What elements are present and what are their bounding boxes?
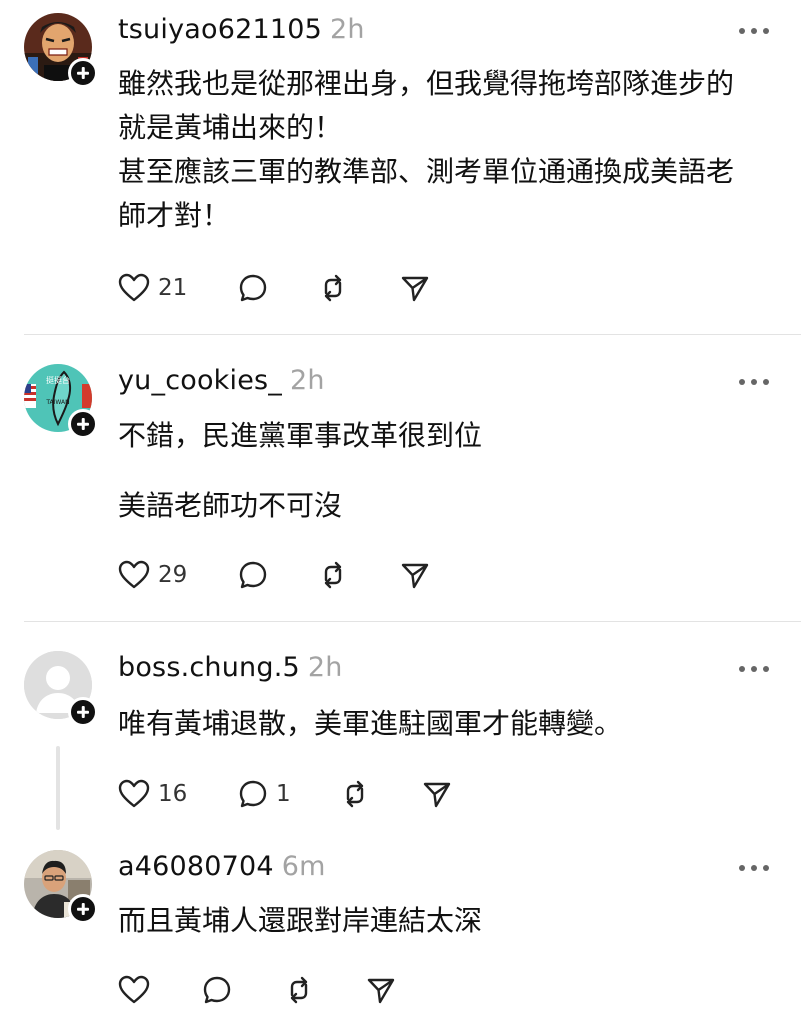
more-dots-icon[interactable] <box>738 664 770 674</box>
comment-text: 雖然我也是從那裡出身，但我覺得拖垮部隊進步的 就是黃埔出來的！ 甚至應該三軍的教… <box>118 62 788 238</box>
more-dots-icon[interactable] <box>738 26 770 36</box>
action-bar: 21 <box>118 272 448 304</box>
like-count: 16 <box>158 781 188 807</box>
text-line: 甚至應該三軍的教準部、測考單位通通換成美語老 <box>118 155 735 188</box>
timestamp: 2h <box>329 14 365 45</box>
comment-text: 而且黃埔人還跟對岸連結太深 <box>118 899 788 943</box>
username[interactable]: yu_cookies_ <box>118 365 282 396</box>
like-button[interactable] <box>118 974 150 1006</box>
comment-3: boss.chung.5 2h 唯有黃埔退散，美軍進駐國軍才能轉變。 16 1 <box>0 622 801 838</box>
thread-line <box>56 746 60 830</box>
comment-header: tsuiyao621105 2h <box>118 14 365 45</box>
more-dots-icon[interactable] <box>738 863 770 873</box>
send-icon <box>367 978 395 1004</box>
reply-button[interactable] <box>238 559 268 591</box>
comment-header: boss.chung.5 2h <box>118 652 343 683</box>
reply-button[interactable] <box>202 974 232 1006</box>
comment-header: a46080704 6m <box>118 851 326 882</box>
follow-plus-icon[interactable] <box>68 409 98 439</box>
comment-icon <box>239 780 267 808</box>
share-button[interactable] <box>400 272 430 304</box>
share-button[interactable] <box>422 778 452 810</box>
reply-button[interactable] <box>238 272 268 304</box>
reply-button[interactable]: 1 <box>238 778 291 810</box>
text-paragraph: 美語老師功不可沒 <box>118 489 343 522</box>
like-button[interactable]: 29 <box>118 559 187 591</box>
comment-1: tsuiyao621105 2h 雖然我也是從那裡出身，但我覺得拖垮部隊進步的 就… <box>0 0 801 334</box>
heart-icon <box>118 975 150 1004</box>
action-bar <box>118 974 408 1006</box>
comment-text: 不錯，民進黨軍事改革很到位 美語老師功不可沒 <box>118 414 788 528</box>
timestamp: 2h <box>290 365 325 396</box>
like-button[interactable]: 16 <box>118 778 187 810</box>
avatar-text: 挺挺台 <box>46 375 70 385</box>
follow-plus-icon[interactable] <box>68 697 98 727</box>
action-bar: 16 1 <box>118 778 458 810</box>
heart-icon <box>118 560 150 589</box>
text-line: 唯有黃埔退散，美軍進駐國軍才能轉變。 <box>118 707 623 740</box>
heart-icon <box>118 273 150 302</box>
repost-icon <box>324 274 342 302</box>
repost-icon <box>290 976 308 1004</box>
repost-button[interactable] <box>318 559 348 591</box>
like-count: 21 <box>158 275 188 301</box>
share-button[interactable] <box>366 974 396 1006</box>
send-icon <box>401 563 429 589</box>
repost-button[interactable] <box>318 272 348 304</box>
send-icon <box>401 276 429 302</box>
action-bar: 29 <box>118 559 448 591</box>
username[interactable]: a46080704 <box>118 851 274 882</box>
text-line: 而且黃埔人還跟對岸連結太深 <box>118 904 483 937</box>
like-count: 29 <box>158 562 188 588</box>
text-line: 師才對！ <box>118 199 231 232</box>
text-paragraph: 不錯，民進黨軍事改革很到位 <box>118 419 483 452</box>
comment-icon <box>203 976 231 1004</box>
comment-icon <box>239 561 267 589</box>
username[interactable]: tsuiyao621105 <box>118 14 322 45</box>
username[interactable]: boss.chung.5 <box>118 652 300 683</box>
repost-icon <box>346 780 364 808</box>
like-button[interactable]: 21 <box>118 272 187 304</box>
timestamp: 6m <box>281 851 326 882</box>
comment-text: 唯有黃埔退散，美軍進駐國軍才能轉變。 <box>118 702 788 746</box>
comment-2: 挺挺台 TAIWAN yu_cookies_ 2h 不錯，民進黨軍事改革很到位 美… <box>0 335 801 621</box>
send-icon <box>423 782 451 808</box>
repost-button[interactable] <box>284 974 314 1006</box>
repost-icon <box>324 561 342 589</box>
text-line: 雖然我也是從那裡出身，但我覺得拖垮部隊進步的 <box>118 67 735 100</box>
heart-icon <box>118 779 150 808</box>
more-dots-icon[interactable] <box>738 377 770 387</box>
share-button[interactable] <box>400 559 430 591</box>
follow-plus-icon[interactable] <box>68 58 98 88</box>
follow-plus-icon[interactable] <box>68 894 98 924</box>
text-line: 就是黃埔出來的！ <box>118 111 343 144</box>
avatar-text: TAIWAN <box>45 399 69 406</box>
repost-button[interactable] <box>340 778 370 810</box>
reply-count: 1 <box>276 781 291 807</box>
comment-header: yu_cookies_ 2h <box>118 365 325 396</box>
comment-4: a46080704 6m 而且黃埔人還跟對岸連結太深 <box>0 838 801 1024</box>
timestamp: 2h <box>307 652 343 683</box>
comment-icon <box>239 274 267 302</box>
